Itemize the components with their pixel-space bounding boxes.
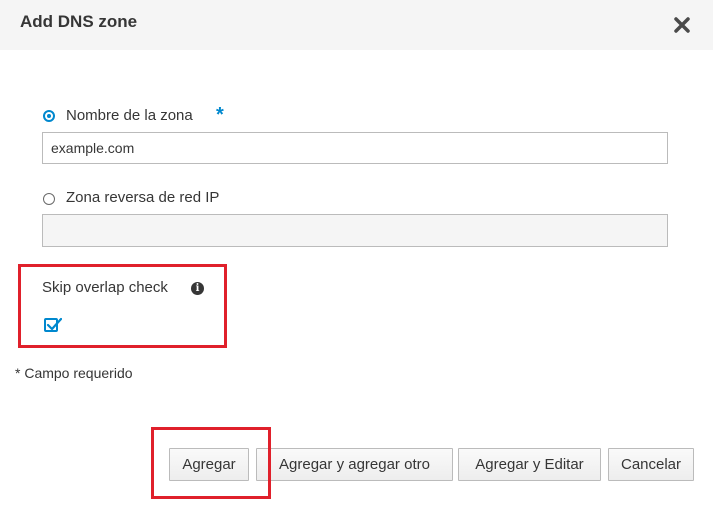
zone-name-label: Nombre de la zona: [66, 107, 193, 124]
zone-name-radio[interactable]: [43, 110, 55, 122]
add-and-add-another-button[interactable]: Agregar y agregar otro: [256, 448, 453, 481]
zone-name-input[interactable]: [42, 132, 668, 164]
dialog-header: Add DNS zone: [0, 0, 713, 50]
reverse-zone-label: Zona reversa de red IP: [66, 189, 220, 206]
required-field-note: * Campo requerido: [15, 365, 133, 381]
add-and-edit-button[interactable]: Agregar y Editar: [458, 448, 601, 481]
add-button-highlight: [151, 427, 271, 499]
cancel-button[interactable]: Cancelar: [608, 448, 694, 481]
dialog-title: Add DNS zone: [20, 12, 138, 31]
reverse-zone-radio[interactable]: [43, 193, 55, 205]
required-marker: *: [216, 104, 224, 126]
close-icon[interactable]: [671, 14, 693, 36]
skip-overlap-highlight: [18, 264, 227, 348]
reverse-zone-input[interactable]: [42, 214, 668, 247]
